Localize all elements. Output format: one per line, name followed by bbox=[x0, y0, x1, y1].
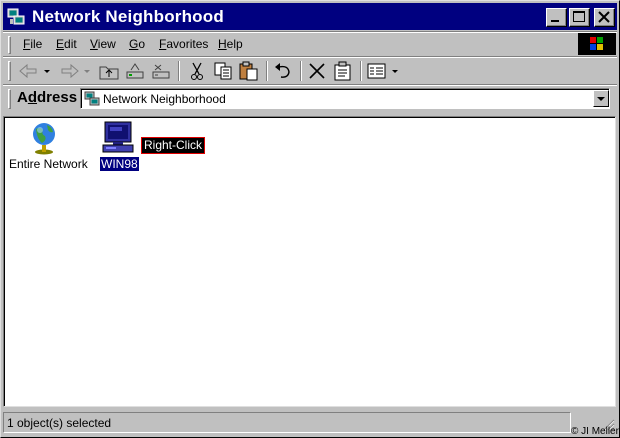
toolbar-divider bbox=[178, 61, 180, 81]
title-bar[interactable]: Network Neighborhood bbox=[3, 3, 617, 30]
network-neighborhood-icon bbox=[7, 8, 25, 25]
close-button[interactable] bbox=[594, 8, 615, 27]
addressbar-grip[interactable] bbox=[8, 89, 11, 109]
address-value: Network Neighborhood bbox=[103, 92, 226, 106]
menu-view[interactable]: View bbox=[90, 37, 116, 51]
windows-logo bbox=[578, 33, 616, 55]
menubar-grip[interactable] bbox=[8, 36, 11, 54]
map-drive-icon[interactable] bbox=[123, 60, 147, 82]
back-arrow-icon[interactable] bbox=[17, 60, 41, 82]
paste-icon[interactable] bbox=[237, 60, 261, 82]
menu-favorites[interactable]: Favorites bbox=[159, 37, 208, 51]
menu-bar: File Edit View Go Favorites Help bbox=[1, 32, 620, 56]
right-click-annotation: Right-Click bbox=[141, 137, 206, 154]
close-icon bbox=[598, 11, 610, 23]
properties-icon[interactable] bbox=[331, 60, 355, 82]
entire-network-label[interactable]: Entire Network bbox=[9, 157, 88, 171]
address-input[interactable]: Network Neighborhood bbox=[80, 88, 610, 109]
minimize-icon bbox=[551, 20, 559, 22]
copyright-watermark: © JI Meller bbox=[571, 426, 619, 437]
address-label: Address bbox=[17, 89, 78, 106]
cut-icon[interactable] bbox=[185, 60, 209, 82]
globe-icon bbox=[33, 123, 55, 155]
chevron-down-icon bbox=[597, 97, 605, 101]
explorer-window: Network Neighborhood File Edit View Go F… bbox=[0, 0, 620, 438]
menu-go[interactable]: Go bbox=[129, 37, 145, 51]
address-dropdown-button[interactable] bbox=[593, 90, 609, 107]
views-icon[interactable] bbox=[365, 60, 389, 82]
toolbar-grip[interactable] bbox=[8, 61, 11, 81]
computer-icon bbox=[102, 121, 134, 153]
forward-dropdown-icon[interactable] bbox=[81, 60, 93, 82]
windows-flag-icon bbox=[590, 37, 603, 50]
maximize-button[interactable] bbox=[569, 8, 590, 27]
menu-file[interactable]: File bbox=[23, 37, 42, 51]
toolbar-divider bbox=[266, 61, 268, 81]
undo-icon[interactable] bbox=[271, 60, 295, 82]
win98-label[interactable]: WIN98 bbox=[99, 156, 140, 172]
maximize-icon bbox=[573, 11, 585, 22]
win98-computer-item[interactable] bbox=[101, 120, 135, 154]
menu-help[interactable]: Help bbox=[218, 37, 243, 51]
window-title: Network Neighborhood bbox=[32, 7, 224, 26]
disconnect-drive-icon[interactable] bbox=[149, 60, 173, 82]
copy-icon[interactable] bbox=[211, 60, 235, 82]
folder-view[interactable] bbox=[3, 116, 616, 407]
menu-edit[interactable]: Edit bbox=[56, 37, 77, 51]
delete-icon[interactable] bbox=[305, 60, 329, 82]
status-text: 1 object(s) selected bbox=[7, 416, 112, 430]
forward-arrow-icon[interactable] bbox=[57, 60, 81, 82]
minimize-button[interactable] bbox=[546, 8, 567, 27]
up-folder-icon[interactable] bbox=[97, 60, 121, 82]
toolbar-divider bbox=[360, 61, 362, 81]
entire-network-item[interactable] bbox=[26, 119, 62, 155]
views-dropdown-icon[interactable] bbox=[389, 60, 401, 82]
back-dropdown-icon[interactable] bbox=[41, 60, 53, 82]
toolbar-divider bbox=[300, 61, 302, 81]
network-neighborhood-icon bbox=[84, 91, 100, 106]
